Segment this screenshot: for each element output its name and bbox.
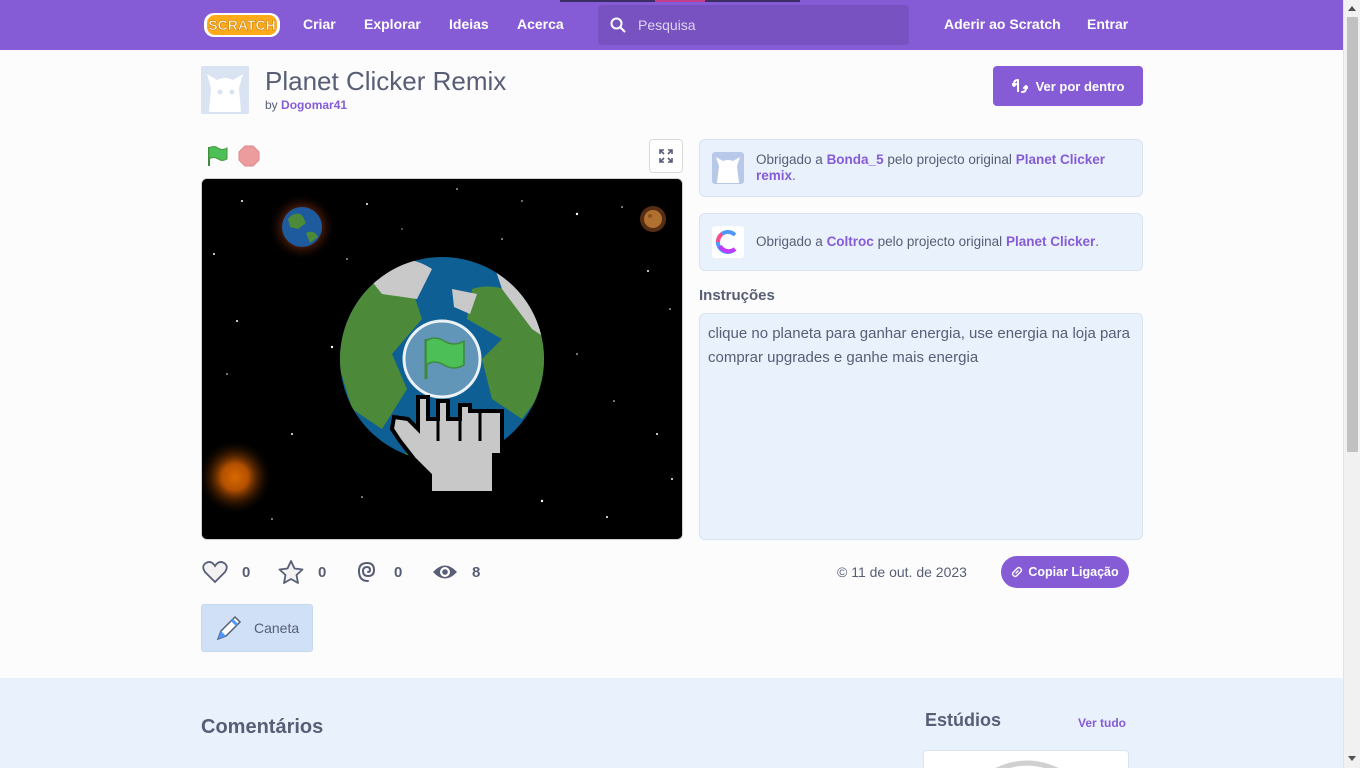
pen-extension-tag: Caneta [201,604,313,652]
author-link[interactable]: Dogomar41 [281,98,347,112]
project-title: Planet Clicker Remix [265,66,507,96]
studios-heading: Estúdios [925,710,1002,730]
copy-link-button[interactable]: Copiar Ligação [1001,556,1129,588]
cat-avatar-icon [201,66,249,114]
sign-in-link[interactable]: Entrar [1087,0,1128,50]
stage-canvas [202,179,682,539]
coltroc-avatar-icon [712,226,744,258]
scroll-thumb[interactable] [1347,17,1358,452]
credit-user-link[interactable]: Bonda_5 [827,152,884,167]
eye-icon [433,565,457,579]
credit-user-link[interactable]: Coltroc [827,234,874,249]
nav-link-create[interactable]: Criar [303,0,336,50]
instructions-label: Instruções [699,287,775,304]
cat-avatar-icon [712,152,744,184]
green-flag-icon[interactable] [205,144,229,168]
nav-accent-strip [560,0,800,2]
remix-credit-2: Obrigado a Coltroc pelo projecto origina… [699,213,1143,271]
nav-link-ideas[interactable]: Ideias [449,0,489,50]
page-scrollbar[interactable] [1343,0,1360,768]
project-stage[interactable] [201,178,683,540]
scroll-up-arrow[interactable] [1348,6,1356,11]
remix-spiral-icon [357,561,376,582]
love-stat[interactable]: 0 [202,559,250,585]
pen-icon [216,615,242,641]
remix-icon [1011,79,1028,93]
fullscreen-icon [659,149,673,163]
credit-project-link[interactable]: Planet Clicker [1006,234,1095,249]
heart-icon [202,561,228,584]
bottom-section: Comentários Estúdios Ver tudo [0,678,1343,768]
views-stat: 8 [432,559,480,585]
project-byline: by Dogomar41 [265,98,348,112]
remix-stat[interactable]: 0 [356,559,402,585]
credit-avatar[interactable] [712,152,744,184]
author-avatar[interactable] [201,66,249,114]
fullscreen-button[interactable] [649,139,683,173]
svg-text:SCRATCH: SCRATCH [208,17,275,33]
favorite-stat[interactable]: 0 [278,559,326,585]
search-input[interactable] [638,5,898,45]
scratch-logo[interactable]: SCRATCH [203,11,281,39]
link-icon [1012,566,1023,578]
search-box[interactable] [598,5,909,45]
nav-link-about[interactable]: Acerca [517,0,564,50]
comments-heading: Comentários [201,716,324,738]
studio-thumbnail [995,760,1059,768]
see-all-studios-link[interactable]: Ver tudo [1078,716,1126,730]
join-scratch-link[interactable]: Aderir ao Scratch [944,0,1061,50]
instructions-text: clique no planeta para ganhar energia, u… [699,313,1143,540]
search-icon [610,17,626,33]
remix-credit-1: Obrigado a Bonda_5 pelo projecto origina… [699,139,1143,197]
top-navbar: SCRATCH Criar Explorar Ideias Acerca Ade… [0,0,1343,50]
nav-link-explore[interactable]: Explorar [364,0,421,50]
see-inside-button[interactable]: Ver por dentro [993,66,1143,106]
project-main: Planet Clicker Remix by Dogomar41 Ver po… [0,50,1343,678]
credit-avatar[interactable] [712,226,744,258]
stop-icon[interactable] [238,145,260,167]
scroll-down-arrow[interactable] [1348,756,1356,761]
star-icon [278,560,304,584]
share-date: © 11 de out. de 2023 [837,564,967,580]
studio-card[interactable] [923,750,1129,768]
